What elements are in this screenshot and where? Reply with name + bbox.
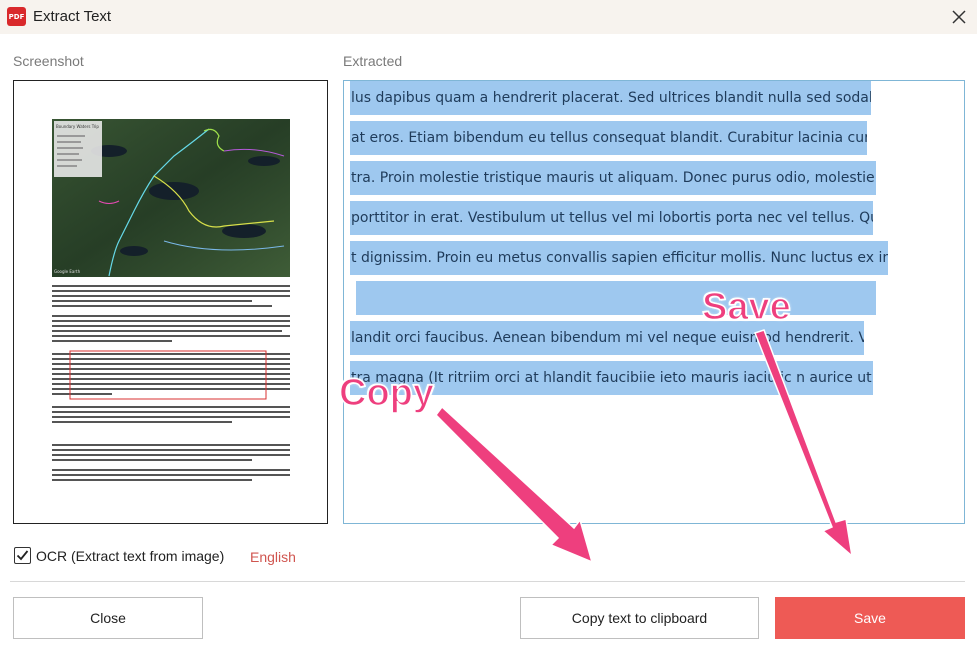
footer-divider	[10, 581, 965, 582]
extracted-line: t dignissim. Proin eu metus convallis sa…	[350, 241, 888, 275]
extracted-line: tra. Proin molestie tristique mauris ut …	[350, 161, 876, 195]
extracted-text-area[interactable]: lus dapibus quam a hendrerit placerat. S…	[343, 80, 965, 524]
screenshot-label: Screenshot	[13, 53, 84, 69]
checkmark-icon	[16, 550, 29, 561]
svg-text:Boundary Waters Trip: Boundary Waters Trip	[56, 124, 99, 129]
copy-text-button[interactable]: Copy text to clipboard	[520, 597, 759, 639]
copy-annotation: Copy	[338, 371, 435, 415]
extracted-line: porttitor in erat. Vestibulum ut tellus …	[350, 201, 873, 235]
ocr-label: OCR (Extract text from image)	[36, 547, 225, 564]
ocr-option[interactable]: OCR (Extract text from image)	[14, 547, 224, 564]
extracted-label: Extracted	[343, 53, 403, 69]
close-icon[interactable]	[946, 4, 972, 30]
screenshot-preview: Boundary Waters Trip Google Earth	[13, 80, 328, 524]
svg-text:Google Earth: Google Earth	[54, 269, 81, 274]
document-thumbnail: Boundary Waters Trip Google Earth	[52, 119, 290, 481]
save-annotation: Save	[701, 285, 791, 329]
ocr-checkbox[interactable]	[14, 547, 31, 564]
save-button[interactable]: Save	[775, 597, 965, 639]
window-title: Extract Text	[33, 8, 112, 25]
extracted-line: at eros. Etiam bibendum eu tellus conseq…	[350, 121, 867, 155]
extracted-line: lus dapibus quam a hendrerit placerat. S…	[350, 81, 871, 115]
title-bar: PDF Extract Text	[0, 0, 977, 34]
pdf-app-icon: PDF	[7, 7, 26, 26]
extracted-line	[356, 281, 876, 315]
ocr-language-link[interactable]: English	[250, 549, 296, 565]
close-button[interactable]: Close	[13, 597, 203, 639]
